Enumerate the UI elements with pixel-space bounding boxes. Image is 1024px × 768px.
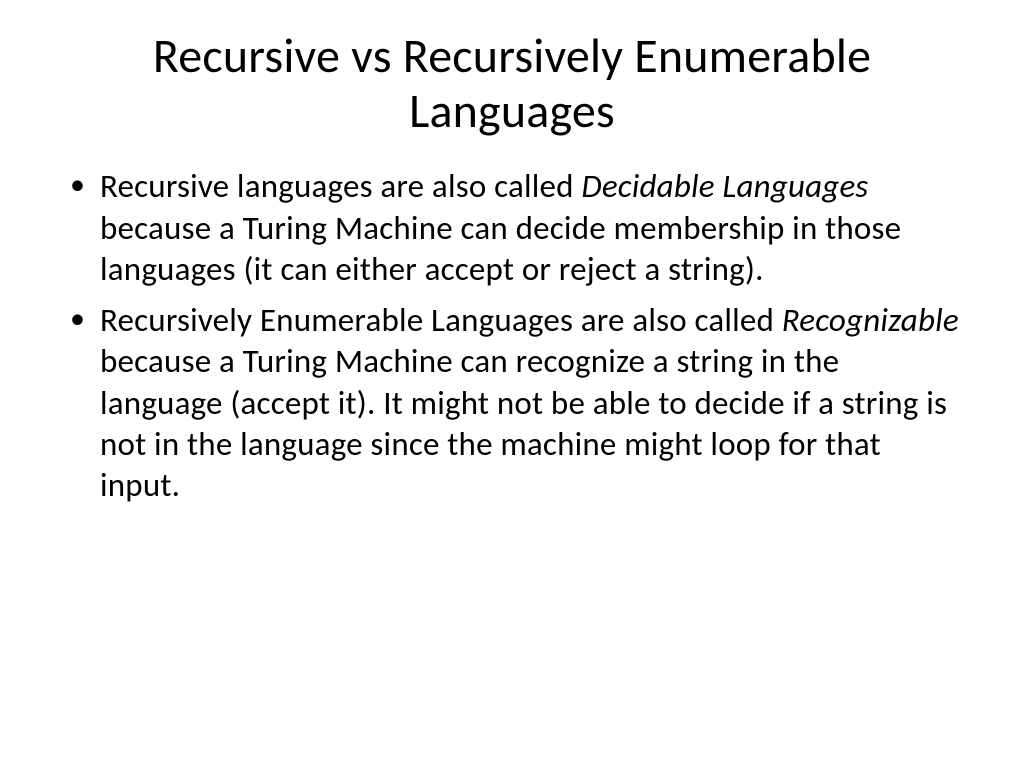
list-item: Recursively Enumerable Languages are als… [60,300,964,506]
bullet-text-post: because a Turing Machine can decide memb… [100,208,901,289]
bullet-text-post: because a Turing Machine can recognize a… [100,341,947,505]
slide-title: Recursive vs Recursively Enumerable Lang… [60,28,964,138]
bullet-text-pre: Recursively Enumerable Languages are als… [100,300,782,340]
bullet-text-em: Recognizable [782,300,959,340]
bullet-text-em: Decidable Languages [581,166,868,206]
list-item: Recursive languages are also called Deci… [60,166,964,290]
bullet-text-pre: Recursive languages are also called [100,166,581,206]
bullet-list: Recursive languages are also called Deci… [60,166,964,506]
